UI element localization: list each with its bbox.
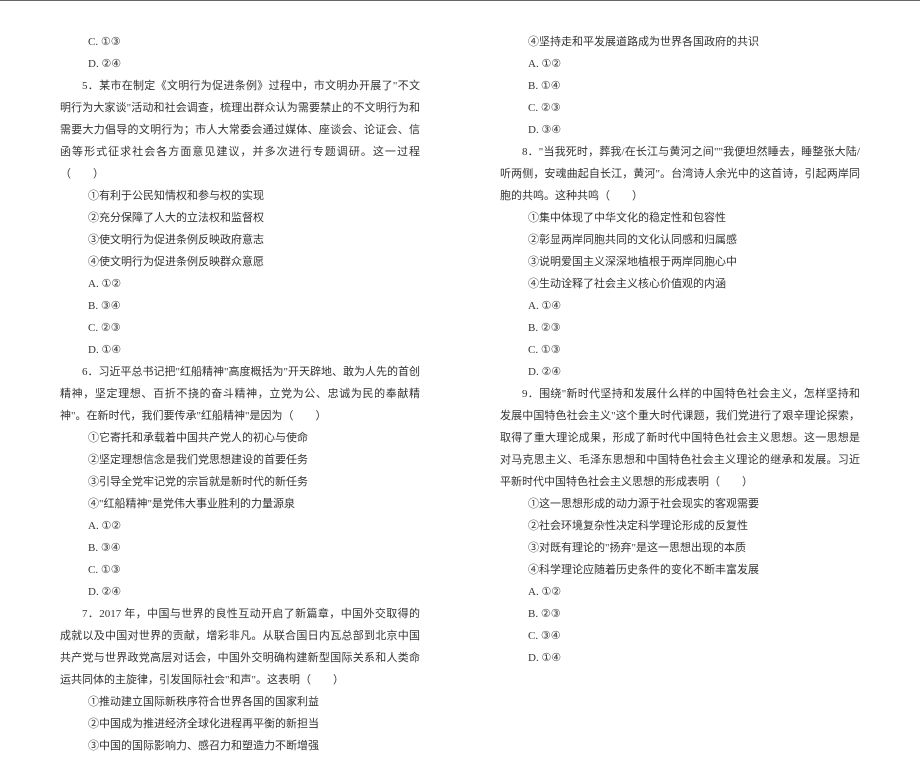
q4-option-d: D. ②④: [60, 53, 420, 75]
q8-sub4: ④生动诠释了社会主义核心价值观的内涵: [500, 273, 860, 295]
q9-option-b: B. ②③: [500, 603, 860, 625]
q7-stem: 7．2017 年，中国与世界的良性互动开启了新篇章，中国外交取得的成就以及中国对…: [60, 603, 420, 691]
q7-option-d: D. ③④: [500, 119, 860, 141]
q8-sub2: ②彰显两岸同胞共同的文化认同感和归属感: [500, 229, 860, 251]
left-column: C. ①③ D. ②④ 5．某市在制定《文明行为促进条例》过程中，市文明办开展了…: [0, 0, 460, 651]
q6-sub2: ②坚定理想信念是我们党思想建设的首要任务: [60, 449, 420, 471]
q7-sub1: ①推动建立国际新秩序符合世界各国的国家利益: [60, 691, 420, 713]
right-column: ④坚持走和平发展道路成为世界各国政府的共识 A. ①② B. ①④ C. ②③ …: [460, 0, 920, 651]
q5-option-c: C. ②③: [60, 317, 420, 339]
q7-sub4: ④坚持走和平发展道路成为世界各国政府的共识: [500, 31, 860, 53]
q9-sub1: ①这一思想形成的动力源于社会现实的客观需要: [500, 493, 860, 515]
q9-option-d: D. ①④: [500, 647, 860, 669]
q9-sub2: ②社会环境复杂性决定科学理论形成的反复性: [500, 515, 860, 537]
q8-option-c: C. ①③: [500, 339, 860, 361]
q9-sub3: ③对既有理论的"扬弃"是这一思想出现的本质: [500, 537, 860, 559]
q7-option-b: B. ①④: [500, 75, 860, 97]
q8-option-d: D. ②④: [500, 361, 860, 383]
q4-option-c: C. ①③: [60, 31, 420, 53]
q8-option-b: B. ②③: [500, 317, 860, 339]
q6-option-b: B. ③④: [60, 537, 420, 559]
q6-option-d: D. ②④: [60, 581, 420, 603]
q9-stem: 9．围绕"新时代坚持和发展什么样的中国特色社会主义，怎样坚持和发展中国特色社会主…: [500, 383, 860, 493]
q5-sub1: ①有利于公民知情权和参与权的实现: [60, 185, 420, 207]
q5-sub4: ④使文明行为促进条例反映群众意愿: [60, 251, 420, 273]
q6-option-c: C. ①③: [60, 559, 420, 581]
q9-option-a: A. ①②: [500, 581, 860, 603]
q9-sub4: ④科学理论应随着历史条件的变化不断丰富发展: [500, 559, 860, 581]
q5-sub2: ②充分保障了人大的立法权和监督权: [60, 207, 420, 229]
q6-stem: 6．习近平总书记把"红船精神"高度概括为"开天辟地、敢为人先的首创精神，坚定理想…: [60, 361, 420, 427]
q5-option-b: B. ③④: [60, 295, 420, 317]
q9-option-c: C. ③④: [500, 625, 860, 647]
page-container: C. ①③ D. ②④ 5．某市在制定《文明行为促进条例》过程中，市文明办开展了…: [0, 0, 920, 651]
q6-sub4: ④"红船精神"是党伟大事业胜利的力量源泉: [60, 493, 420, 515]
q6-sub1: ①它寄托和承载着中国共产党人的初心与使命: [60, 427, 420, 449]
q6-option-a: A. ①②: [60, 515, 420, 537]
q8-option-a: A. ①④: [500, 295, 860, 317]
q6-sub3: ③引导全党牢记党的宗旨就是新时代的新任务: [60, 471, 420, 493]
q8-sub3: ③说明爱国主义深深地植根于两岸同胞心中: [500, 251, 860, 273]
q7-option-c: C. ②③: [500, 97, 860, 119]
q5-sub3: ③使文明行为促进条例反映政府意志: [60, 229, 420, 251]
q8-stem: 8．"当我死时，葬我/在长江与黄河之间""我便坦然睡去，睡整张大陆/听两侧，安魂…: [500, 141, 860, 207]
q7-option-a: A. ①②: [500, 53, 860, 75]
q8-sub1: ①集中体现了中华文化的稳定性和包容性: [500, 207, 860, 229]
q5-stem: 5．某市在制定《文明行为促进条例》过程中，市文明办开展了"不文明行为大家谈"活动…: [60, 75, 420, 185]
q7-sub3: ③中国的国际影响力、感召力和塑造力不断增强: [60, 735, 420, 757]
q5-option-a: A. ①②: [60, 273, 420, 295]
q5-option-d: D. ①④: [60, 339, 420, 361]
q7-sub2: ②中国成为推进经济全球化进程再平衡的新担当: [60, 713, 420, 735]
